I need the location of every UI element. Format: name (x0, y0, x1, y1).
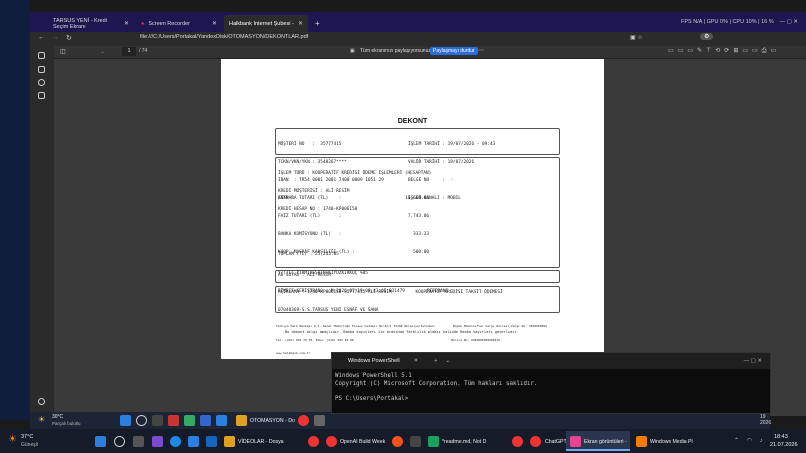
profile-button[interactable]: ⚙ (700, 33, 714, 40)
name-line: AD SOYAD : ALİ RESİM (278, 273, 331, 278)
tab-dekont[interactable]: Halkbank İnternet Şubesi - DEKONT✕ (224, 15, 308, 32)
close-icon[interactable]: ✕ (124, 20, 129, 27)
page-total: / 74 (139, 48, 148, 54)
dekont-title: DEKONT (397, 118, 428, 125)
extensions-icon[interactable]: ▣ ☆ (630, 34, 643, 41)
app-icon[interactable] (392, 436, 403, 447)
gear-icon[interactable] (38, 398, 45, 405)
more-icon[interactable]: ⋯ (478, 47, 484, 54)
windows-start-icon[interactable] (120, 415, 131, 426)
forward-icon[interactable]: → (52, 34, 59, 41)
app-icon[interactable] (200, 415, 211, 426)
folder-icon[interactable] (236, 415, 247, 426)
window-controls[interactable]: — ▢ ✕ (744, 358, 762, 364)
pdf-page: DEKONT MÜŞTERİ NO : 35777415 TCKN/VKN/YK… (221, 59, 604, 359)
tray-icons[interactable]: ⌃ ◠ ♪ (734, 437, 766, 444)
weather-icon: ☀ (38, 415, 46, 424)
chrome-icon[interactable] (530, 436, 541, 447)
close-icon[interactable]: ✕ (414, 358, 419, 364)
notepad-icon[interactable] (428, 436, 439, 447)
weather-desc: Parçalı bulutlu (52, 421, 81, 426)
weather-icon: ☀ (8, 434, 17, 445)
stop-sharing-button[interactable]: Paylaşmayı durdur (430, 47, 478, 55)
remote-taskbar: ☀ 30°C Parçalı bulutlu OTOMASYON - Do (30, 412, 770, 429)
url-input[interactable]: file:///C:/Users/Portakal/YandexDisk/OTO… (140, 34, 308, 40)
status-overlay: FPS N/A | GPU 0% | CPU 10% | 16 % — ▢ ✕ (681, 19, 798, 25)
weather-temp: 30°C (52, 414, 64, 420)
share-status: Tüm ekranınızı paylaşıyorsunuz. (360, 48, 433, 54)
search-icon[interactable] (114, 436, 125, 447)
favorites-icon[interactable] (38, 92, 45, 99)
back-icon[interactable]: ← (38, 34, 45, 41)
taskbar-app-label[interactable]: *readme.md, Not D (442, 439, 486, 445)
taskbar-app-label[interactable]: VİDEOLAR - Dosya (238, 439, 284, 445)
folder-icon[interactable] (224, 436, 235, 447)
page-number-input[interactable]: 1 (122, 47, 136, 56)
taskview-icon[interactable] (152, 415, 163, 426)
taskview-icon[interactable] (133, 436, 144, 447)
bimref: BİMREF-SERİSIRANO : M-2026-07-19-09.43.0… (278, 289, 405, 294)
left-strip (0, 0, 30, 420)
mail-icon[interactable] (206, 436, 217, 447)
chrome-icon[interactable] (298, 415, 309, 426)
referans: REFERANS : - (427, 289, 459, 294)
share-icon: ▣ (350, 48, 355, 54)
app-icon[interactable] (152, 436, 163, 447)
app-icon[interactable] (314, 415, 325, 426)
taskbar-app-label[interactable]: Ekran görüntüleri - (584, 439, 627, 445)
app-icon[interactable] (216, 415, 227, 426)
browser-sidebar (30, 46, 54, 416)
app-icon[interactable] (184, 415, 195, 426)
new-tab-icon[interactable]: + (434, 358, 437, 364)
chrome-icon[interactable] (326, 436, 337, 447)
footer-note: Bu dekont bilgi amaçlıdır. Banka kayıtla… (285, 330, 519, 334)
powershell-title: Windows PowerShell (348, 358, 400, 364)
totals: TOPLAM (TL) : 25,243.05 Y/(TL) YİRMİBEŞB… (278, 252, 503, 314)
media-player-icon[interactable] (636, 436, 647, 447)
taskbar-app-label[interactable]: ChatGPT (545, 439, 567, 445)
taskbar-app-label[interactable]: OpenAI Build Week (340, 439, 385, 445)
chevron-down-icon[interactable]: ⌄ (100, 48, 105, 55)
record-icon: ● (141, 20, 145, 27)
store-icon[interactable] (188, 436, 199, 447)
chevron-down-icon[interactable]: ⌄ (446, 358, 451, 364)
annotation-tools[interactable]: ▭▭▭✎⊤⟲⟳⊞▭▭⎙▭ (668, 47, 780, 55)
settings-icon[interactable] (38, 52, 45, 59)
windows-start-icon[interactable] (95, 436, 106, 447)
powershell-titlebar[interactable]: Windows PowerShell ✕ + ⌄ — ▢ ✕ (332, 353, 770, 369)
weather-temp: 37°C (21, 434, 34, 440)
tab-screen-recorder[interactable]: ● Screen Recorder ✕ (136, 15, 222, 32)
new-tab-button[interactable]: + (310, 15, 324, 32)
side-date: 2026 (760, 420, 772, 426)
history-icon[interactable] (38, 79, 45, 86)
taskbar-item-label[interactable]: OTOMASYON - Do (250, 418, 295, 424)
close-icon[interactable]: ✕ (212, 20, 217, 27)
powershell-output[interactable]: Windows PowerShell 5.1 Copyright (C) Mic… (332, 369, 770, 407)
windows-taskbar: ☀ 37°C Güneşli VİDEOLAR - Dosya OpenAI B… (0, 429, 806, 453)
reading-icon[interactable] (38, 66, 45, 73)
clock-date[interactable]: 21.07.2026 (770, 442, 798, 448)
clock-time[interactable]: 18:43 (774, 434, 788, 440)
weather-desc: Güneşli (21, 442, 38, 448)
chrome-icon[interactable] (512, 436, 523, 447)
close-icon[interactable]: ✕ (298, 20, 303, 27)
taskbar-app-label[interactable]: Windows Media Pl (650, 439, 693, 445)
chrome-icon[interactable] (308, 436, 319, 447)
tab-kredi[interactable]: TARSUS YENİ - Kredi Seçim Ekranı ✕ (48, 15, 134, 32)
app-icon[interactable] (410, 436, 421, 447)
search-icon[interactable] (136, 415, 147, 426)
sidebar-toggle-icon[interactable]: ◫ (60, 48, 66, 55)
app-icon[interactable] (168, 415, 179, 426)
app-icon[interactable] (570, 436, 581, 447)
powershell-window[interactable]: Windows PowerShell ✕ + ⌄ — ▢ ✕ Windows P… (331, 352, 771, 414)
window-controls[interactable]: — ▢ ✕ (780, 19, 798, 25)
reload-icon[interactable]: ↻ (66, 34, 72, 42)
edge-icon[interactable] (170, 436, 181, 447)
